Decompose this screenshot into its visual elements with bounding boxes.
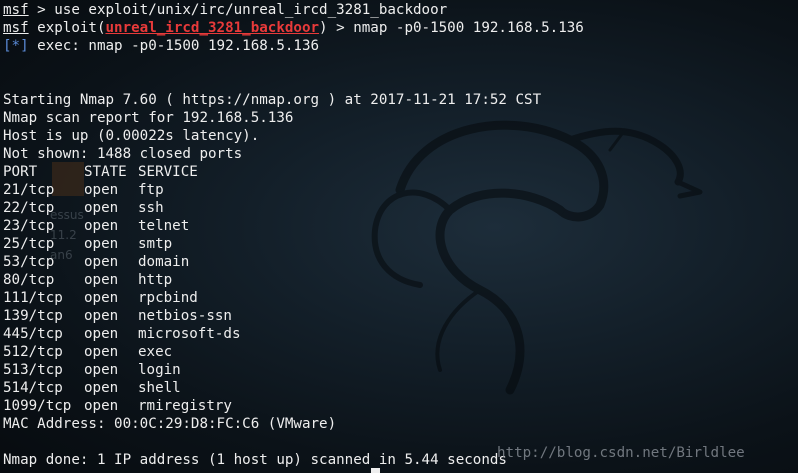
port-number: 80/tcp [3, 272, 55, 288]
port-row: 139/tcp open netbios-ssn [3, 307, 584, 325]
port-state: open [84, 218, 119, 234]
port-service: smtp [138, 236, 173, 252]
exec-text: exec: nmap -p0-1500 192.168.5.136 [28, 38, 320, 54]
port-row: 80/tcp open http [3, 271, 584, 289]
mac-address-line: MAC Address: 00:0C:29:D8:FC:C6 (VMware) [3, 416, 337, 432]
port-service: ssh [138, 200, 164, 216]
exec-line: [*] exec: nmap -p0-1500 192.168.5.136 [3, 37, 584, 55]
port-number: 445/tcp [3, 326, 63, 342]
port-row: 22/tcp open ssh [3, 199, 584, 217]
terminal-output: msf > use exploit/unix/irc/unreal_ircd_3… [3, 1, 584, 469]
port-state: open [84, 308, 119, 324]
header-port: PORT [3, 164, 38, 180]
header-service: SERVICE [138, 164, 198, 180]
port-number: 25/tcp [3, 236, 55, 252]
port-row: 512/tcp open exec [3, 343, 584, 361]
port-number: 53/tcp [3, 254, 55, 270]
port-service: http [138, 272, 173, 288]
command-line-1: msf > use exploit/unix/irc/unreal_ircd_3… [3, 1, 584, 19]
port-number: 22/tcp [3, 200, 55, 216]
port-number: 139/tcp [3, 308, 63, 324]
scan-report-line: Nmap scan report for 192.168.5.136 [3, 110, 294, 126]
port-state: open [84, 362, 119, 378]
port-state: open [84, 290, 119, 306]
command-line-2: msf exploit(unreal_ircd_3281_backdoor) >… [3, 19, 584, 37]
port-number: 513/tcp [3, 362, 63, 378]
port-service: ftp [138, 182, 164, 198]
port-row: 111/tcp open rpcbind [3, 289, 584, 307]
port-state: open [84, 254, 119, 270]
port-service: microsoft-ds [138, 326, 241, 342]
exploit-prefix: exploit( [28, 20, 106, 36]
port-row: 445/tcp open microsoft-ds [3, 325, 584, 343]
exploit-module-name: unreal_ircd_3281_backdoor [105, 20, 320, 36]
ports-table-header: PORT STATE SERVICE [3, 163, 584, 181]
port-state: open [84, 344, 119, 360]
terminal-cursor [371, 468, 380, 473]
port-state: open [84, 380, 119, 396]
not-shown-line: Not shown: 1488 closed ports [3, 146, 243, 162]
port-service: login [138, 362, 181, 378]
port-row: 513/tcp open login [3, 361, 584, 379]
port-row: 1099/tcp open rmiregistry [3, 397, 584, 415]
port-state: open [84, 182, 119, 198]
port-number: 111/tcp [3, 290, 63, 306]
port-state: open [84, 236, 119, 252]
port-service: netbios-ssn [138, 308, 232, 324]
port-number: 514/tcp [3, 380, 63, 396]
host-status-line: Host is up (0.00022s latency). [3, 128, 260, 144]
info-marker: [*] [3, 38, 29, 54]
port-service: telnet [138, 218, 190, 234]
port-service: rmiregistry [138, 398, 232, 414]
port-state: open [84, 398, 119, 414]
msf-prompt: msf [3, 20, 29, 36]
port-row: 25/tcp open smtp [3, 235, 584, 253]
port-number: 21/tcp [3, 182, 55, 198]
blog-watermark: http://blog.csdn.net/Birldlee [497, 445, 745, 461]
port-state: open [84, 200, 119, 216]
port-number: 23/tcp [3, 218, 55, 234]
port-number: 1099/tcp [3, 398, 72, 414]
port-row: 514/tcp open shell [3, 379, 584, 397]
command-text: ) > nmap -p0-1500 192.168.5.136 [319, 20, 584, 36]
msf-prompt: msf [3, 2, 29, 18]
port-state: open [84, 272, 119, 288]
port-service: domain [138, 254, 190, 270]
port-number: 512/tcp [3, 344, 63, 360]
port-service: exec [138, 344, 173, 360]
command-text: > use exploit/unix/irc/unreal_ircd_3281_… [28, 2, 448, 18]
header-state: STATE [84, 164, 127, 180]
port-service: shell [138, 380, 181, 396]
port-state: open [84, 326, 119, 342]
port-row: 23/tcp open telnet [3, 217, 584, 235]
port-row: 21/tcp open ftp [3, 181, 584, 199]
port-service: rpcbind [138, 290, 198, 306]
nmap-start-line: Starting Nmap 7.60 ( https://nmap.org ) … [3, 92, 542, 108]
terminal-window[interactable]: essus 11.2 an6 msf > use exploit/unix/ir… [0, 0, 798, 473]
port-row: 53/tcp open domain [3, 253, 584, 271]
